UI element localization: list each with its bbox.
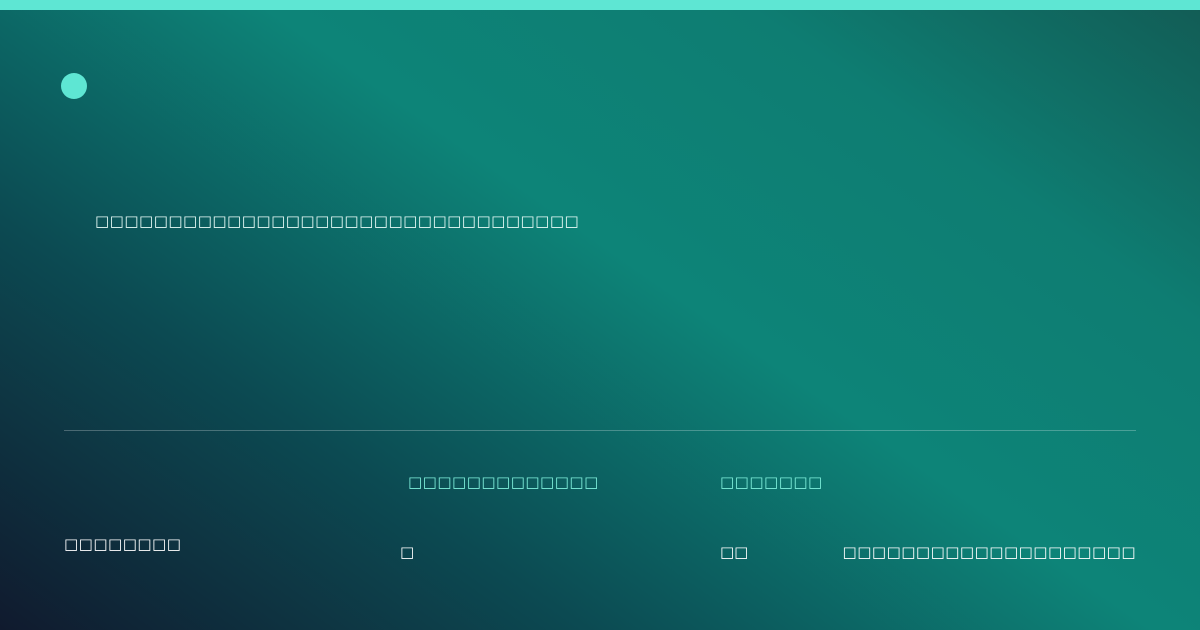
stat-label-2: □□□□□□□ [720,473,823,491]
site-url: □□□□□□□□□□□□□□□□□□□□ [842,543,1136,561]
brand-name: □□□□□□□□ [64,535,182,553]
stat-value-1: □ [400,543,415,561]
logo-dot-icon [61,73,87,99]
stat-label-1: □□□□□□□□□□□□□ [408,473,599,491]
social-card: □□□□□□□□□□□□□□□□□□□□□□□□□□□□□□□□□ □□□□□□… [0,0,1200,630]
stat-value-2: □□ [720,543,749,561]
accent-top-bar [0,0,1200,10]
divider [64,430,1136,431]
headline-text: □□□□□□□□□□□□□□□□□□□□□□□□□□□□□□□□□ [95,212,580,230]
